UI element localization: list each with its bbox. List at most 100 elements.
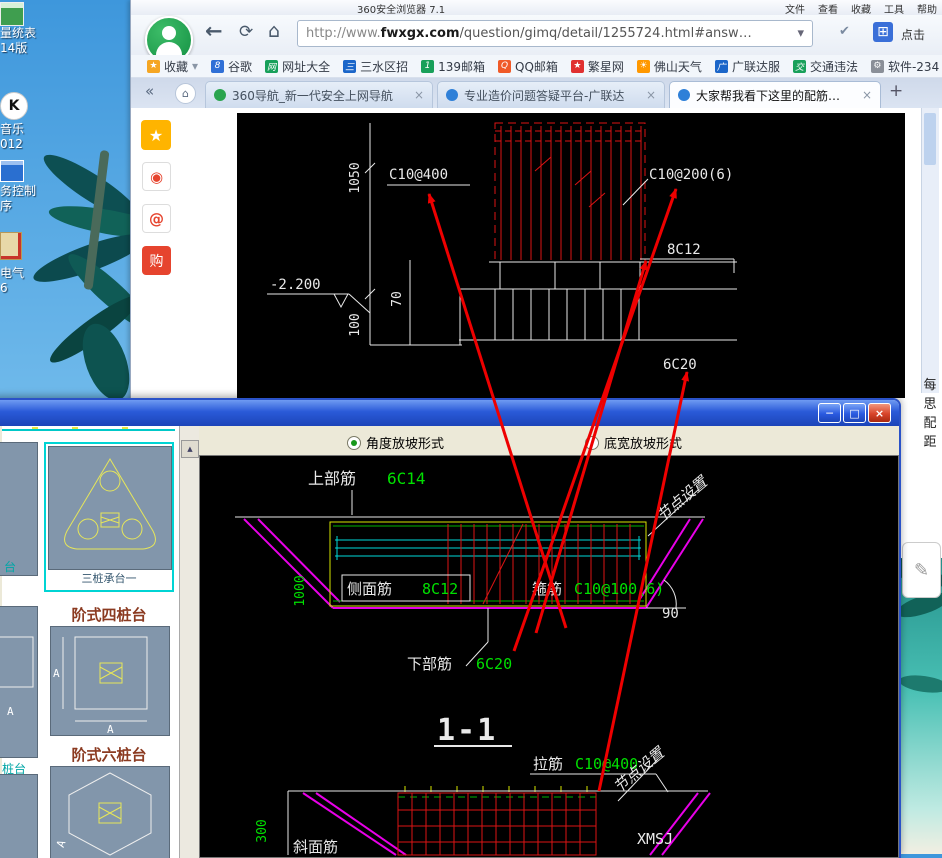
menu-help[interactable]: 帮助 [917, 1, 937, 16]
scroll-up-button[interactable]: ▲ [181, 440, 199, 458]
template-item-partial-left-1[interactable] [0, 442, 38, 576]
template-item-four-pile[interactable]: 阶式四桩台 A A [44, 602, 174, 756]
tab-qa-platform[interactable]: 专业造价问题答疑平台-广联达 × [437, 81, 665, 108]
radio-selected-icon [347, 436, 361, 450]
tab-scroll-left-button[interactable]: « [145, 82, 154, 100]
template-item-six-pile[interactable]: 阶式六桩台 A [44, 742, 174, 858]
bookmark-traffic[interactable]: 交交通违法 [793, 58, 858, 75]
sliver-char: 每 [918, 376, 942, 395]
bookmark-google[interactable]: 8谷歌 [211, 58, 252, 75]
svg-text:XMSJ: XMSJ [637, 830, 673, 848]
page-sidebar-shop[interactable]: 购 [142, 246, 171, 275]
shop-icon: 购 [150, 251, 164, 271]
six-pile-thumbnail: A [51, 767, 169, 858]
dialog-titlebar[interactable]: ─ □ × [0, 400, 899, 426]
pen-gadget[interactable]: ✎ [902, 542, 941, 598]
close-icon: × [875, 408, 884, 419]
slope-mode-options: 角度放坡形式 底宽放坡形式 [199, 426, 899, 456]
bookmark-qqmail[interactable]: QQQ邮箱 [498, 58, 558, 75]
k-logo-icon: K [0, 92, 28, 120]
bookmark-sites[interactable]: 网网址大全 [265, 58, 330, 75]
tab-close-icon[interactable]: × [646, 88, 656, 102]
scrollbar-thumb[interactable] [924, 113, 936, 165]
bookmark-software[interactable]: ⚙软件-234 [871, 58, 939, 75]
menu-tools[interactable]: 工具 [884, 1, 904, 16]
top-white-geometry [267, 123, 737, 345]
close-button[interactable]: × [868, 403, 891, 423]
weibo-icon: ◉ [150, 168, 163, 186]
svg-text:C10@100(6): C10@100(6) [574, 580, 664, 598]
bookmark-sanshui[interactable]: 三三水区招 [343, 58, 408, 75]
template-item-partial-left-2[interactable]: A [0, 606, 38, 758]
tab-home-button[interactable]: ⌂ [175, 83, 196, 104]
tab-360-nav[interactable]: 360导航_新一代安全上网导航 × [205, 81, 433, 108]
browser-titlebar: 360安全浏览器 7.1 文件 查看 收藏 工具 帮助 [131, 0, 942, 16]
white-geometry [235, 490, 708, 855]
address-bar[interactable]: http://www.fwxgx.com/question/gimq/detai… [297, 20, 813, 47]
at-icon: @ [149, 210, 164, 228]
caret-down-icon: ▾ [192, 59, 198, 73]
svg-text:上部筋: 上部筋 [308, 469, 356, 488]
bookmark-glodon[interactable]: 广广联达服 [715, 58, 780, 75]
tab-close-icon[interactable]: × [862, 88, 872, 102]
svg-text:A: A [53, 667, 60, 680]
menu-file[interactable]: 文件 [785, 1, 805, 16]
template-item-partial-left-3[interactable] [0, 774, 38, 858]
svg-text:1000: 1000 [293, 575, 308, 606]
svg-text:1-1: 1-1 [437, 713, 497, 748]
tab-favicon [214, 89, 226, 101]
partial-row-top [2, 429, 175, 431]
snapshot-icon[interactable]: ⊞ [873, 22, 893, 42]
svg-text:A: A [107, 723, 114, 735]
cad-image-top: C10@400 C10@200(6) 8C12 6C20 -2.200 1050… [237, 113, 905, 398]
url-prefix: http://www. [306, 26, 381, 41]
page-sidebar-mail[interactable]: @ [142, 204, 171, 233]
panel-scrollbar[interactable]: ▲ [179, 426, 199, 858]
page-sidebar-star[interactable]: ★ [141, 120, 171, 150]
radio-width-slope[interactable]: 底宽放坡形式 [585, 433, 682, 452]
radio-angle-slope[interactable]: 角度放坡形式 [347, 433, 444, 452]
bookmark-fanxing[interactable]: ★繁星网 [571, 58, 624, 75]
refresh-button[interactable]: ⟳ [239, 22, 253, 42]
cad-canvas-section[interactable]: 上部筋 6C14 侧面筋 8C12 箍筋 C10@100(6) 90 下部筋 6… [199, 455, 899, 858]
new-tab-button[interactable]: + [889, 81, 903, 101]
favorites-bar: ★收藏▾ 8谷歌 网网址大全 三三水区招 1139邮箱 QQQ邮箱 ★繁星网 ☀… [131, 55, 942, 78]
svg-text:侧面筋: 侧面筋 [347, 580, 392, 598]
template-caption: 三桩承台一 [46, 570, 172, 586]
svg-text:6C14: 6C14 [387, 469, 426, 488]
sliver-char: 距 [918, 433, 942, 452]
window-icon [0, 160, 24, 182]
bookmark-favorites[interactable]: ★收藏▾ [147, 58, 198, 75]
svg-text:8C12: 8C12 [422, 580, 458, 598]
tab-favicon [678, 89, 690, 101]
pen-icon: ✎ [914, 560, 929, 581]
cap-outline-magenta [244, 519, 710, 855]
home-button[interactable]: ⌂ [268, 20, 280, 42]
hint-label[interactable]: 点击 [901, 26, 925, 43]
back-button[interactable]: ← [205, 19, 223, 43]
minimize-button[interactable]: ─ [818, 403, 841, 423]
partial-caption-1: 台 [4, 558, 16, 575]
menu-favorites[interactable]: 收藏 [851, 1, 871, 16]
svg-text:斜面筋: 斜面筋 [293, 838, 338, 856]
template-item-three-pile[interactable]: 三桩承台一 [44, 442, 174, 592]
tab-rebar-question[interactable]: 大家帮我看下这里的配筋都是 × [669, 81, 881, 108]
tab-close-icon[interactable]: × [414, 88, 424, 102]
sliver-char: 思 [918, 395, 942, 414]
page-scrollbar[interactable] [921, 108, 939, 393]
svg-text:C10@400: C10@400 [389, 167, 448, 183]
check-icon[interactable]: ✔ [839, 24, 850, 39]
tab-favicon [446, 89, 458, 101]
bookmark-weather[interactable]: ☀佛山天气 [637, 58, 702, 75]
svg-text:下部筋: 下部筋 [407, 655, 452, 673]
page-sidebar-weibo[interactable]: ◉ [142, 162, 171, 191]
url-path: /question/gimq/detail/1255724.html#answe… [460, 26, 760, 41]
svg-text:6C20: 6C20 [663, 357, 697, 373]
bookmark-139mail[interactable]: 1139邮箱 [421, 58, 485, 75]
four-pile-thumbnail: A A [51, 627, 169, 735]
menu-view[interactable]: 查看 [818, 1, 838, 16]
browser-toolbar: ← ⟳ ⌂ http://www.fwxgx.com/question/gimq… [131, 15, 942, 56]
address-dropdown-icon[interactable]: ▾ [797, 26, 804, 41]
svg-text:C10@200(6): C10@200(6) [649, 167, 733, 183]
maximize-button[interactable]: □ [843, 403, 866, 423]
